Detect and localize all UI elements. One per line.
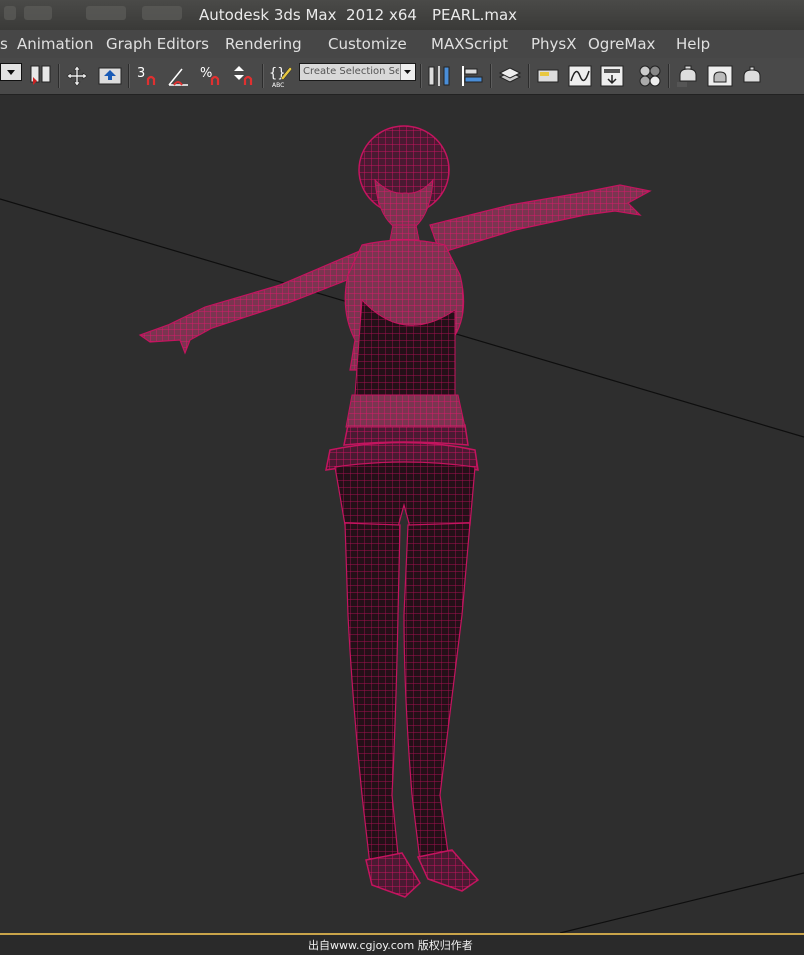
toolbar-separator — [262, 64, 264, 88]
menu-item-customize[interactable]: Customize — [328, 35, 407, 53]
layer-manager-button[interactable] — [497, 63, 523, 89]
align-button[interactable] — [460, 63, 486, 89]
menu-item-rendering[interactable]: Rendering — [225, 35, 302, 53]
named-selection-sets-dropdown[interactable]: Create Selection Se — [299, 63, 416, 81]
render-setup-icon — [677, 65, 697, 87]
edit-named-selection-icon: {} ABC — [269, 66, 293, 89]
title-bar: Autodesk 3ds Max 2012 x64 PEARL.max — [0, 0, 804, 30]
angle-snap-icon — [168, 68, 188, 86]
menu-item-physx[interactable]: PhysX — [531, 35, 577, 53]
app-title: Autodesk 3ds Max 2012 x64 — [199, 6, 417, 24]
toolbar-separator — [668, 64, 670, 88]
percent-snap-label: % — [200, 66, 212, 81]
model-leg-right — [403, 522, 471, 862]
menu-item-help[interactable]: Help — [676, 35, 710, 53]
menu-item-graph-editors[interactable]: Graph Editors — [106, 35, 209, 53]
model-shoe-right — [416, 849, 480, 892]
schematic-view-button[interactable] — [599, 63, 625, 89]
percent-snap-icon: % — [200, 66, 220, 85]
grid-line — [559, 872, 804, 933]
toolbar-separator — [528, 64, 530, 88]
graphite-modeling-button[interactable] — [535, 63, 561, 89]
select-and-link-button[interactable] — [28, 63, 54, 89]
toolbar-separator — [58, 64, 60, 88]
align-icon — [462, 66, 483, 86]
select-and-link-icon — [30, 65, 51, 85]
status-bar: 出自www.cgjoy.com 版权归作者 — [0, 933, 804, 955]
spinner-snap-button[interactable] — [230, 63, 256, 89]
model-arm-left — [138, 249, 363, 355]
edit-named-selection-button[interactable]: {} ABC — [268, 63, 294, 89]
character-wireframe-model — [138, 125, 652, 898]
file-name: PEARL.max — [432, 6, 518, 24]
chevron-down-icon — [400, 64, 415, 80]
chevron-down-icon — [7, 70, 15, 75]
perspective-viewport[interactable] — [0, 95, 804, 933]
mirror-icon — [428, 66, 450, 86]
rendered-frame-window-button[interactable] — [707, 63, 733, 89]
blurred-title-element — [24, 6, 52, 20]
named-selection-sets-placeholder: Create Selection Se — [303, 66, 399, 77]
toolbar-separator — [128, 64, 130, 88]
blurred-title-element — [4, 6, 16, 20]
render-production-button[interactable] — [739, 63, 765, 89]
snaps-toggle-button[interactable]: 3 — [134, 63, 160, 89]
menu-bar: s Animation Graph Editors Rendering Cust… — [0, 30, 804, 59]
model-shorts — [334, 461, 476, 528]
menu-item-ogremax[interactable]: OgreMax — [588, 35, 655, 53]
percent-snap-button[interactable]: % — [198, 63, 224, 89]
mirror-button[interactable] — [426, 63, 452, 89]
blurred-title-element — [142, 6, 182, 20]
graphite-modeling-icon — [537, 69, 559, 83]
select-and-move-button[interactable] — [64, 63, 90, 89]
render-setup-button[interactable] — [675, 63, 701, 89]
menu-item-animation[interactable]: Animation — [17, 35, 93, 53]
model-arm-right — [429, 184, 652, 254]
material-editor-icon — [639, 65, 661, 87]
viewport-extract-icon — [98, 67, 122, 85]
snaps-toggle-icon: 3 — [137, 66, 156, 85]
main-toolbar: 3 % {} ABC Create Selection Se — [0, 58, 804, 95]
curve-editor-icon — [568, 65, 592, 87]
menu-item-cut[interactable]: s — [0, 35, 8, 53]
blurred-title-element — [86, 6, 126, 20]
menu-item-maxscript[interactable]: MAXScript — [431, 35, 508, 53]
toolbar-separator — [420, 64, 422, 88]
select-and-move-icon — [66, 65, 88, 87]
angle-snap-button[interactable] — [166, 63, 192, 89]
toolbar-separator — [490, 64, 492, 88]
spinner-snap-icon — [234, 66, 253, 85]
viewport-extract-button[interactable] — [97, 63, 123, 89]
snap-3d-label: 3 — [137, 66, 145, 81]
model-waist — [345, 394, 466, 428]
curve-editor-button[interactable] — [567, 63, 593, 89]
schematic-view-icon — [600, 65, 624, 87]
model-shoe-left — [365, 852, 421, 898]
rendered-frame-window-icon — [707, 65, 733, 87]
render-production-icon — [743, 66, 761, 83]
selection-filter-dropdown[interactable] — [0, 63, 22, 81]
viewport-scene — [0, 125, 804, 933]
layer-manager-icon — [498, 67, 522, 83]
watermark-text: 出自www.cgjoy.com 版权归作者 — [308, 939, 473, 952]
svg-text:ABC: ABC — [272, 82, 284, 89]
model-leg-left — [344, 522, 401, 866]
material-editor-button[interactable] — [637, 63, 663, 89]
